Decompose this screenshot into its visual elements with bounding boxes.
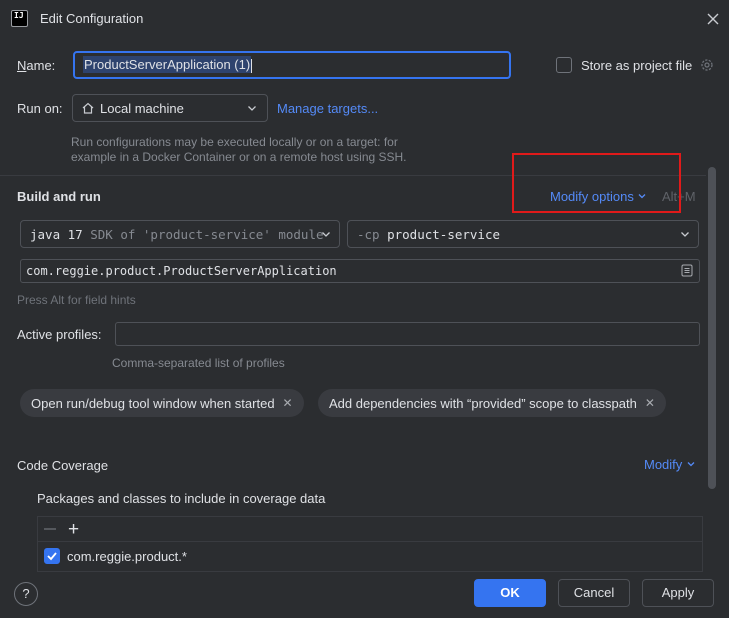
field-hints-note: Press Alt for field hints <box>17 293 136 307</box>
active-profiles-hint: Comma-separated list of profiles <box>112 356 285 370</box>
build-and-run-title: Build and run <box>17 189 101 204</box>
browse-document-icon[interactable] <box>681 264 693 277</box>
jdk-value: java 17 SDK of 'product-service' module <box>30 227 324 242</box>
coverage-item-label: com.reggie.product.* <box>67 549 187 564</box>
chevron-down-icon <box>246 102 258 114</box>
cancel-button[interactable]: Cancel <box>558 579 630 607</box>
app-icon: IJ <box>11 10 28 27</box>
active-profiles-input[interactable] <box>115 322 700 346</box>
chevron-down-icon <box>679 228 691 240</box>
run-on-hint: Run configurations may be executed local… <box>71 135 407 164</box>
run-on-value: Local machine <box>100 101 184 116</box>
run-on-label: Run on: <box>17 101 63 116</box>
option-chip-open-tool-window[interactable]: Open run/debug tool window when started … <box>20 389 304 417</box>
coverage-modify-link[interactable]: Modify <box>644 457 696 472</box>
coverage-item-checkbox[interactable] <box>44 548 60 564</box>
active-profiles-label: Active profiles: <box>17 327 102 342</box>
name-label: Name: <box>17 58 56 73</box>
name-input[interactable]: ProductServerApplication (1) <box>73 51 511 79</box>
apply-button[interactable]: Apply <box>642 579 714 607</box>
store-as-project-file-label[interactable]: Store as project file <box>581 58 692 73</box>
name-input-value: ProductServerApplication (1) <box>83 56 252 73</box>
chevron-down-icon <box>320 228 332 240</box>
add-icon[interactable]: + <box>68 519 79 541</box>
classpath-value: -cp product-service <box>357 227 500 242</box>
option-chip-provided-scope[interactable]: Add dependencies with “provided” scope t… <box>318 389 666 417</box>
help-button[interactable]: ? <box>14 582 38 606</box>
manage-targets-link[interactable]: Manage targets... <box>277 101 378 116</box>
highlight-annotation-box <box>512 153 681 213</box>
store-as-project-file-checkbox[interactable] <box>556 57 572 73</box>
chevron-down-icon <box>687 462 695 467</box>
ok-button[interactable]: OK <box>474 579 546 607</box>
vertical-scrollbar[interactable] <box>708 167 716 489</box>
home-icon <box>81 101 95 115</box>
remove-icon[interactable] <box>44 528 56 530</box>
main-class-value: com.reggie.product.ProductServerApplicat… <box>26 264 337 278</box>
coverage-toolbar <box>38 517 702 542</box>
close-icon[interactable]: ✕ <box>645 396 655 410</box>
dialog-title: Edit Configuration <box>40 11 144 26</box>
close-icon[interactable]: ✕ <box>283 396 293 410</box>
gear-icon[interactable] <box>699 57 715 73</box>
close-icon[interactable] <box>704 10 722 28</box>
code-coverage-title: Code Coverage <box>17 458 109 473</box>
coverage-subtitle: Packages and classes to include in cover… <box>37 491 326 506</box>
